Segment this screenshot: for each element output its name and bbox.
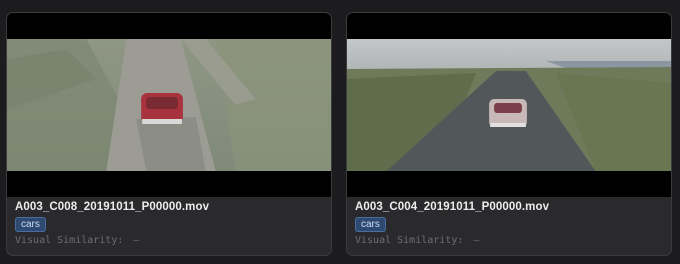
visual-similarity-label: Visual Similarity: [15, 235, 124, 246]
clip-thumbnail[interactable] [347, 13, 671, 197]
clip-filename[interactable]: A003_C008_20191011_P00000.mov [15, 201, 323, 213]
tag-badge[interactable]: cars [355, 217, 386, 232]
video-frame-image [347, 39, 671, 171]
clip-card[interactable]: A003_C004_20191011_P00000.mov cars Visua… [346, 12, 672, 256]
clip-meta: A003_C008_20191011_P00000.mov cars Visua… [15, 201, 323, 246]
visual-similarity-value: – [133, 235, 140, 246]
tag-badge[interactable]: cars [15, 217, 46, 232]
visual-similarity-label: Visual Similarity: [355, 235, 464, 246]
clip-thumbnail[interactable] [7, 13, 331, 197]
clip-grid: A003_C008_20191011_P00000.mov cars Visua… [0, 0, 680, 264]
clip-card[interactable]: A003_C008_20191011_P00000.mov cars Visua… [6, 12, 332, 256]
video-frame-image [7, 39, 331, 171]
visual-similarity-value: – [473, 235, 480, 246]
clip-meta: A003_C004_20191011_P00000.mov cars Visua… [355, 201, 663, 246]
visual-similarity: Visual Similarity: – [355, 235, 663, 246]
clip-filename[interactable]: A003_C004_20191011_P00000.mov [355, 201, 663, 213]
visual-similarity: Visual Similarity: – [15, 235, 323, 246]
